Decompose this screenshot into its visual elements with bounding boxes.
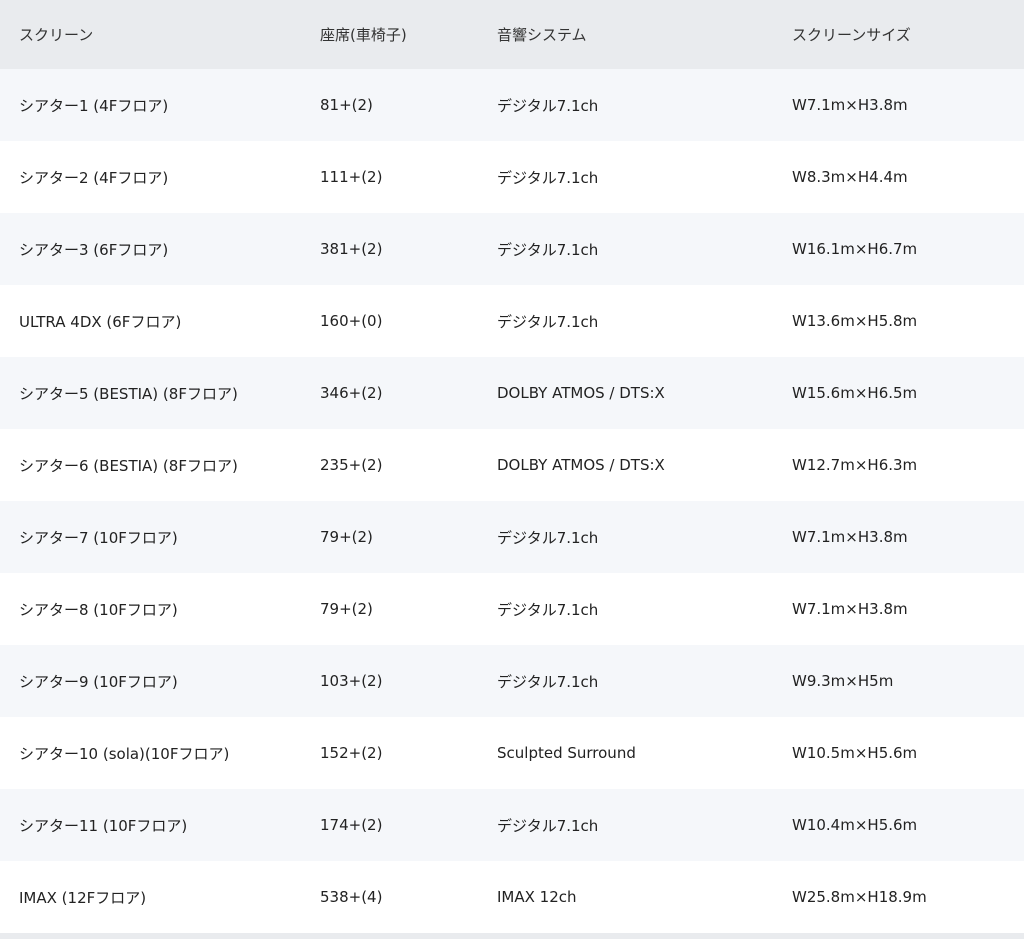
header-screen: スクリーン bbox=[19, 26, 94, 44]
cell-screen-size: W16.1m×H6.7m bbox=[792, 240, 918, 258]
cell-screen: シアター9 (10Fフロア) bbox=[19, 672, 178, 691]
cell-seats: 538+(4) bbox=[320, 888, 383, 906]
cell-screen-size: W25.8m×H18.9m bbox=[792, 888, 927, 906]
cell-sound-system: デジタル7.1ch bbox=[497, 96, 599, 115]
cell-seats: 346+(2) bbox=[320, 384, 383, 402]
cell-screen: シアター6 (BESTIA) (8Fフロア) bbox=[19, 456, 238, 475]
cell-sound-system: DOLBY ATMOS / DTS:X bbox=[497, 384, 665, 402]
cell-screen-size: W10.5m×H5.6m bbox=[792, 744, 918, 762]
cell-screen-size: W7.1m×H3.8m bbox=[792, 96, 908, 114]
table-header: スクリーン 座席(車椅子) 音響システム スクリーンサイズ bbox=[0, 0, 1024, 69]
cell-sound-system: デジタル7.1ch bbox=[497, 168, 599, 187]
table-row: シアター9 (10Fフロア) 103+(2) デジタル7.1ch W9.3m×H… bbox=[0, 645, 1024, 717]
table-row: シアター7 (10Fフロア) 79+(2) デジタル7.1ch W7.1m×H3… bbox=[0, 501, 1024, 573]
cell-seats: 81+(2) bbox=[320, 96, 373, 114]
cell-sound-system: デジタル7.1ch bbox=[497, 528, 599, 547]
cell-sound-system: Sculpted Surround bbox=[497, 744, 636, 762]
theater-spec-table: スクリーン 座席(車椅子) 音響システム スクリーンサイズ シアター1 (4Fフ… bbox=[0, 0, 1024, 933]
table-row: シアター3 (6Fフロア) 381+(2) デジタル7.1ch W16.1m×H… bbox=[0, 213, 1024, 285]
cell-screen: シアター8 (10Fフロア) bbox=[19, 600, 178, 619]
cell-sound-system: デジタル7.1ch bbox=[497, 312, 599, 331]
cell-seats: 103+(2) bbox=[320, 672, 383, 690]
cell-screen: シアター5 (BESTIA) (8Fフロア) bbox=[19, 384, 238, 403]
table-body: シアター1 (4Fフロア) 81+(2) デジタル7.1ch W7.1m×H3.… bbox=[0, 69, 1024, 933]
cell-screen-size: W10.4m×H5.6m bbox=[792, 816, 918, 834]
cell-sound-system: デジタル7.1ch bbox=[497, 672, 599, 691]
cell-screen: シアター3 (6Fフロア) bbox=[19, 240, 169, 259]
table-row: シアター5 (BESTIA) (8Fフロア) 346+(2) DOLBY ATM… bbox=[0, 357, 1024, 429]
cell-screen-size: W13.6m×H5.8m bbox=[792, 312, 918, 330]
cell-seats: 160+(0) bbox=[320, 312, 383, 330]
cell-seats: 235+(2) bbox=[320, 456, 383, 474]
cell-sound-system: DOLBY ATMOS / DTS:X bbox=[497, 456, 665, 474]
table-row: シアター11 (10Fフロア) 174+(2) デジタル7.1ch W10.4m… bbox=[0, 789, 1024, 861]
table-row: シアター8 (10Fフロア) 79+(2) デジタル7.1ch W7.1m×H3… bbox=[0, 573, 1024, 645]
cell-screen: シアター2 (4Fフロア) bbox=[19, 168, 169, 187]
header-screen-size: スクリーンサイズ bbox=[792, 26, 911, 44]
cell-screen: シアター11 (10Fフロア) bbox=[19, 816, 188, 835]
table-row: シアター2 (4Fフロア) 111+(2) デジタル7.1ch W8.3m×H4… bbox=[0, 141, 1024, 213]
table-row: シアター1 (4Fフロア) 81+(2) デジタル7.1ch W7.1m×H3.… bbox=[0, 69, 1024, 141]
table-bottom-border bbox=[0, 933, 1024, 939]
table-row: シアター6 (BESTIA) (8Fフロア) 235+(2) DOLBY ATM… bbox=[0, 429, 1024, 501]
cell-seats: 79+(2) bbox=[320, 600, 373, 618]
cell-seats: 174+(2) bbox=[320, 816, 383, 834]
cell-screen-size: W7.1m×H3.8m bbox=[792, 528, 908, 546]
cell-screen: シアター10 (sola)(10Fフロア) bbox=[19, 744, 230, 763]
cell-screen-size: W12.7m×H6.3m bbox=[792, 456, 918, 474]
table-row: IMAX (12Fフロア) 538+(4) IMAX 12ch W25.8m×H… bbox=[0, 861, 1024, 933]
cell-sound-system: IMAX 12ch bbox=[497, 888, 577, 906]
cell-sound-system: デジタル7.1ch bbox=[497, 240, 599, 259]
cell-screen: シアター1 (4Fフロア) bbox=[19, 96, 169, 115]
table-header-row: スクリーン 座席(車椅子) 音響システム スクリーンサイズ bbox=[0, 0, 1024, 69]
cell-screen: ULTRA 4DX (6Fフロア) bbox=[19, 312, 182, 331]
cell-sound-system: デジタル7.1ch bbox=[497, 816, 599, 835]
cell-seats: 111+(2) bbox=[320, 168, 383, 186]
table-row: シアター10 (sola)(10Fフロア) 152+(2) Sculpted S… bbox=[0, 717, 1024, 789]
cell-screen: シアター7 (10Fフロア) bbox=[19, 528, 178, 547]
cell-screen-size: W9.3m×H5m bbox=[792, 672, 894, 690]
header-seats: 座席(車椅子) bbox=[320, 26, 407, 44]
cell-seats: 79+(2) bbox=[320, 528, 373, 546]
cell-screen-size: W15.6m×H6.5m bbox=[792, 384, 918, 402]
header-sound-system: 音響システム bbox=[497, 26, 587, 44]
cell-seats: 381+(2) bbox=[320, 240, 383, 258]
cell-sound-system: デジタル7.1ch bbox=[497, 600, 599, 619]
cell-screen-size: W7.1m×H3.8m bbox=[792, 600, 908, 618]
cell-screen: IMAX (12Fフロア) bbox=[19, 888, 147, 907]
table-row: ULTRA 4DX (6Fフロア) 160+(0) デジタル7.1ch W13.… bbox=[0, 285, 1024, 357]
cell-seats: 152+(2) bbox=[320, 744, 383, 762]
cell-screen-size: W8.3m×H4.4m bbox=[792, 168, 908, 186]
